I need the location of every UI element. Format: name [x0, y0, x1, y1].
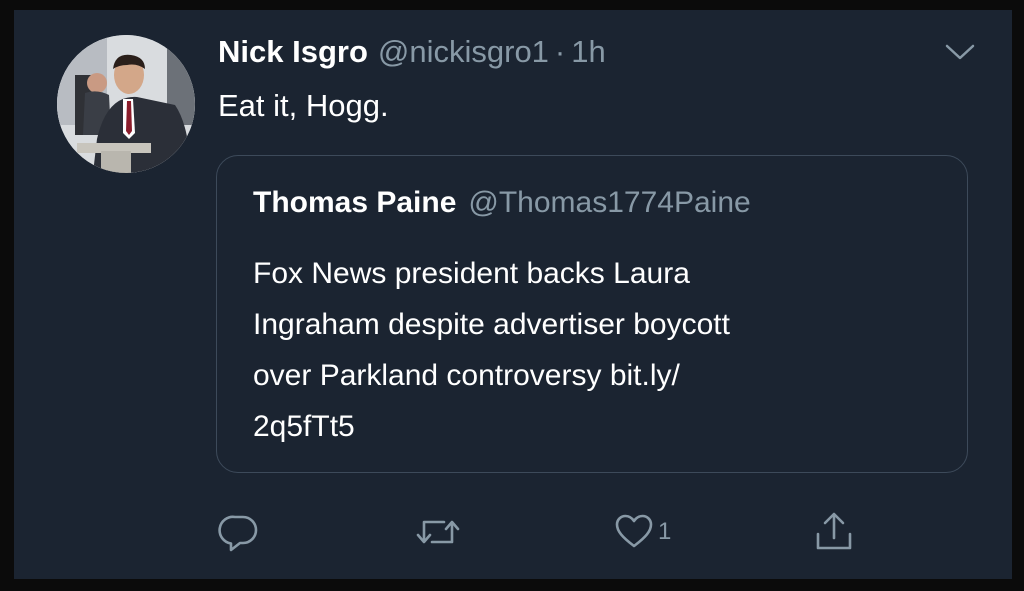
- quoted-text-line: Fox News president backs Laura: [253, 257, 690, 290]
- like-button[interactable]: 1: [614, 510, 671, 554]
- quoted-text-line: 2q5fTt5: [253, 410, 355, 443]
- retweet-button[interactable]: [414, 510, 462, 554]
- tweet-author-line: Nick Isgro @nickisgro1 · 1h: [218, 34, 606, 74]
- quoted-author-name: Thomas Paine: [253, 186, 457, 219]
- quoted-text-line: over Parkland controversy bit.ly/: [253, 359, 680, 392]
- quoted-text-line: Ingraham despite advertiser boycott: [253, 308, 730, 341]
- tweet-timestamp[interactable]: 1h: [571, 34, 605, 70]
- share-icon: [816, 512, 852, 550]
- heart-icon: [615, 514, 653, 548]
- quoted-author-line: Thomas Paine @Thomas1774Paine: [253, 186, 751, 220]
- avatar[interactable]: [57, 35, 195, 173]
- tweet-menu-button[interactable]: [944, 40, 976, 64]
- reply-icon: [218, 515, 258, 552]
- author-name[interactable]: Nick Isgro: [218, 34, 368, 70]
- quoted-tweet-text: Fox News president backs Laura Ingraham …: [253, 248, 953, 452]
- meta-separator: ·: [554, 34, 566, 69]
- quoted-author-handle: @Thomas1774Paine: [468, 186, 751, 219]
- share-button[interactable]: [812, 510, 856, 554]
- author-handle[interactable]: @nickisgro1: [378, 34, 549, 70]
- tweet-text: Eat it, Hogg.: [218, 88, 389, 123]
- chevron-down-icon: [945, 44, 975, 60]
- quoted-tweet-card[interactable]: Thomas Paine @Thomas1774Paine Fox News p…: [216, 155, 968, 473]
- retweet-icon: [416, 520, 460, 544]
- reply-button[interactable]: [218, 510, 260, 554]
- like-count: 1: [658, 518, 672, 545]
